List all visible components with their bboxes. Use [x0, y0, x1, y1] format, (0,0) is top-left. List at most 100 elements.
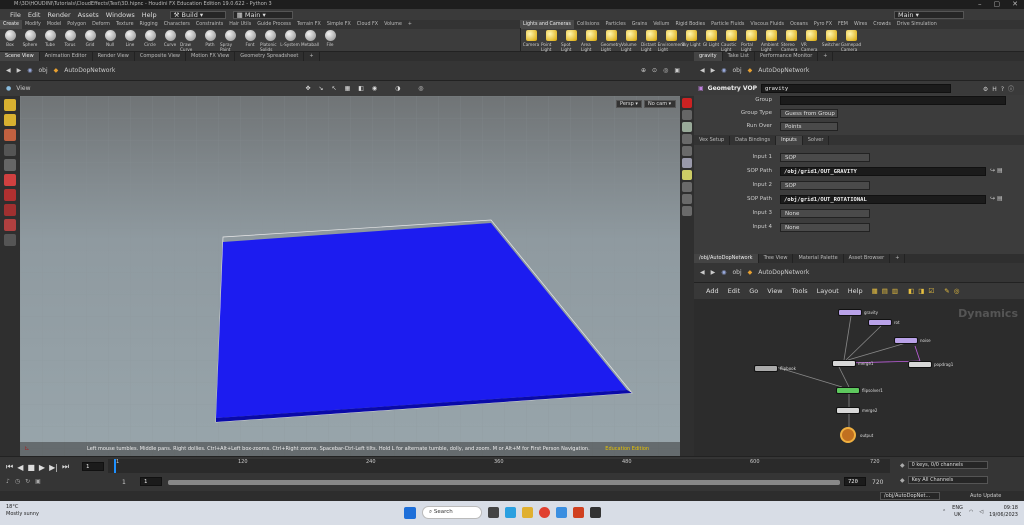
grid-snap-icon[interactable]	[4, 219, 16, 231]
handle-tool-icon[interactable]	[4, 174, 16, 186]
view-menu-icon[interactable]: ●	[6, 85, 11, 92]
shelf-tool-sky-light[interactable]: Sky Light	[681, 28, 701, 47]
display-toggle-icon[interactable]	[682, 98, 692, 108]
key-all-channels[interactable]: Key All Channels	[907, 476, 988, 484]
tab-network[interactable]: /obj/AutoDopNetwork	[694, 254, 759, 263]
display-options-icons[interactable]: ✥↘↖▦◧◉ ◑ ◎	[306, 85, 432, 92]
tab-animation-editor[interactable]: Animation Editor	[40, 52, 93, 61]
network-editor[interactable]: Dynamics gravity rot noise merge1 popdra…	[694, 299, 1024, 456]
net-menu-edit[interactable]: Edit	[728, 287, 741, 295]
volume-icon[interactable]: ◁	[979, 509, 983, 515]
display-toggle-icon[interactable]	[682, 122, 692, 132]
tab-scene-view[interactable]: Scene View	[0, 52, 40, 61]
snap-tool-icon[interactable]	[4, 189, 16, 201]
range-start-field[interactable]: 1	[140, 477, 162, 486]
menu-render[interactable]: Render	[47, 11, 70, 19]
shelf-tool-spot-light[interactable]: Spot Light	[561, 28, 581, 52]
start-icon[interactable]	[404, 506, 416, 519]
shelf-tool-torus[interactable]: Torus	[60, 28, 80, 47]
shelf-tool-file[interactable]: File	[320, 28, 340, 47]
menu-help[interactable]: Help	[142, 11, 157, 19]
build-selector[interactable]: ⚒ Build ▾	[169, 10, 226, 19]
path-obj[interactable]: obj	[733, 67, 742, 74]
tab-take-list[interactable]: Take List	[723, 52, 755, 61]
net-menu-view[interactable]: View	[767, 287, 782, 295]
tab-material-palette[interactable]: Material Palette	[793, 254, 844, 263]
select-tool-icon[interactable]	[4, 99, 16, 111]
view-options-icons[interactable]: ⊕⊙◎▣	[641, 67, 686, 74]
shelf-tool-ambient-light[interactable]: Ambient Light	[761, 28, 781, 52]
rotate-tool-icon[interactable]	[4, 129, 16, 141]
stop-icon[interactable]: ■	[27, 463, 35, 472]
range-end-field[interactable]: 720	[844, 477, 866, 486]
minimize-icon[interactable]: –	[978, 0, 982, 9]
net-menu-add[interactable]: Add	[706, 287, 719, 295]
path-net[interactable]: AutoDopNetwork	[758, 67, 809, 74]
display-toggle-icon[interactable]	[682, 134, 692, 144]
path-chooser-icon[interactable]: ↪▤	[990, 167, 1005, 174]
shelf-tool-path[interactable]: Path	[200, 28, 220, 47]
play-icon[interactable]: ▶	[39, 463, 45, 472]
display-toggle-icon[interactable]	[682, 146, 692, 156]
path-chooser-icon[interactable]: ↪▤	[990, 195, 1005, 202]
node-flipsolver1[interactable]	[836, 387, 860, 394]
scene-viewport[interactable]: Persp ▾ No cam ▾ ⊾	[20, 96, 680, 456]
tab-asset-browser[interactable]: Asset Browser	[844, 254, 891, 263]
tab-composite-view[interactable]: Composite View	[135, 52, 186, 61]
first-frame-icon[interactable]: ⏮	[6, 462, 13, 472]
subtab-inputs[interactable]: Inputs	[776, 135, 803, 145]
shelf-tool-gamepad-camera[interactable]: Gamepad Camera	[841, 28, 861, 52]
main-desktop-selector[interactable]: Main ▾	[894, 10, 964, 19]
key-icon[interactable]: ◆	[900, 462, 905, 469]
clock[interactable]: 09:18 19/06/2023	[989, 505, 1018, 519]
network-tool-icons[interactable]: ▦▤▥ ◧◨☑ ✎◎	[872, 287, 964, 295]
sop-path1-field[interactable]: /obj/grid1/OUT_GRAVITY	[780, 167, 986, 176]
forward-icon[interactable]: ▶	[17, 67, 22, 74]
shelf-tool-spray-paint[interactable]: Spray Paint	[220, 28, 240, 52]
shelf-tool-camera[interactable]: Camera	[521, 28, 541, 47]
shelf-tool-vr-camera[interactable]: VR Camera	[801, 28, 821, 52]
subtab-vex-setup[interactable]: Vex Setup	[694, 135, 731, 145]
tray-chevron-icon[interactable]: ⌃	[942, 509, 946, 515]
input4-select[interactable]: None	[780, 223, 870, 232]
input1-select[interactable]: SOP	[780, 153, 870, 162]
app-icon[interactable]	[556, 507, 567, 518]
shelf-tool-volume-light[interactable]: Volume Light	[621, 28, 641, 52]
wifi-icon[interactable]: ◠	[969, 509, 973, 515]
path-obj[interactable]: obj	[733, 269, 742, 276]
display-toggle-icon[interactable]	[682, 170, 692, 180]
search-box[interactable]: ⌕ Search	[422, 506, 482, 519]
subtab-data-bindings[interactable]: Data Bindings	[730, 135, 777, 145]
step-back-icon[interactable]: ◀	[17, 463, 23, 472]
node-rot[interactable]	[868, 319, 892, 326]
net-menu-tools[interactable]: Tools	[792, 287, 808, 295]
maximize-icon[interactable]: ▢	[994, 0, 1001, 9]
shelf-tool-gi-light[interactable]: GI Light	[701, 28, 721, 47]
perspective-menu[interactable]: Persp ▾	[616, 100, 642, 108]
auto-update[interactable]: Auto Update	[970, 493, 1001, 499]
menu-file[interactable]: File	[10, 11, 21, 19]
shelf-tool-stereo-camera[interactable]: Stereo Camera	[781, 28, 801, 52]
desktop-selector[interactable]: ▦ Main ▾	[232, 10, 293, 19]
shelf-tool-curve[interactable]: Curve	[160, 28, 180, 47]
shelf-tool-switcher[interactable]: Switcher	[821, 28, 841, 47]
last-frame-icon[interactable]: ⏭	[62, 462, 69, 472]
node-popdrag1[interactable]	[908, 361, 932, 368]
shelf-tool-font[interactable]: Font	[240, 28, 260, 47]
step-forward-icon[interactable]: ▶|	[49, 463, 58, 472]
node-merge2[interactable]	[836, 407, 860, 414]
shelf-tool-draw-curve[interactable]: Draw Curve	[180, 28, 200, 52]
menu-assets[interactable]: Assets	[78, 11, 99, 19]
sop-path2-field[interactable]: /obj/grid1/OUT_ROTATIONAL	[780, 195, 986, 204]
magnet-icon[interactable]	[4, 204, 16, 216]
node-name-field[interactable]: gravity	[760, 83, 951, 93]
forward-icon[interactable]: ▶	[711, 269, 716, 276]
display-toggle-icon[interactable]	[682, 194, 692, 204]
node-gravity[interactable]	[838, 309, 862, 316]
menu-windows[interactable]: Windows	[106, 11, 135, 19]
node-noise[interactable]	[894, 337, 918, 344]
tab-performance-monitor[interactable]: Performance Monitor	[755, 52, 819, 61]
edge-icon[interactable]	[505, 507, 516, 518]
shelf-tool-line[interactable]: Line	[120, 28, 140, 47]
tab-gravity[interactable]: gravity	[694, 52, 723, 61]
